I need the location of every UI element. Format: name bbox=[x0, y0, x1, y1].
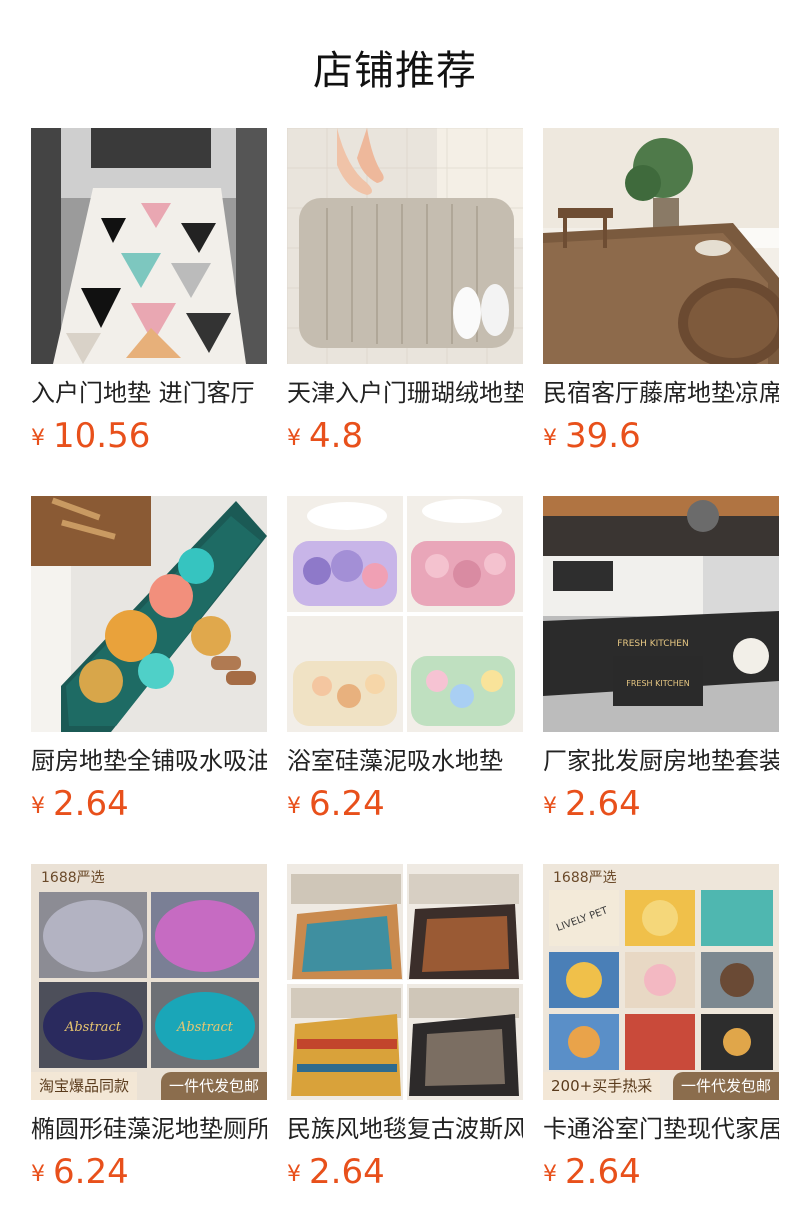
beige-bath-mat-photo bbox=[287, 128, 523, 364]
currency-symbol: ¥ bbox=[543, 426, 557, 451]
currency-symbol: ¥ bbox=[287, 426, 301, 451]
fresh-kitchen-mat-photo: FRESH KITCHEN FRESH KITCHEN bbox=[543, 496, 779, 732]
price-value: 6.24 bbox=[53, 1152, 129, 1192]
product-name[interactable]: 厂家批发厨房地垫套装 bbox=[543, 744, 779, 778]
ginkgo-kitchen-mat-photo bbox=[31, 496, 267, 732]
fresh-kitchen-text: FRESH KITCHEN bbox=[626, 679, 690, 688]
price-value: 4.8 bbox=[309, 416, 364, 456]
badge-yanxuan: 1688严选 bbox=[41, 870, 105, 886]
product-card[interactable]: FRESH KITCHEN FRESH KITCHEN 厂家批发厨房地垫套装 ¥… bbox=[543, 496, 779, 824]
product-name[interactable]: 入户门地垫 进门客厅 bbox=[31, 376, 267, 410]
currency-symbol: ¥ bbox=[31, 426, 45, 451]
currency-symbol: ¥ bbox=[287, 1162, 301, 1187]
currency-symbol: ¥ bbox=[31, 794, 45, 819]
product-price: ¥10.56 bbox=[31, 414, 150, 458]
price-value: 2.64 bbox=[309, 1152, 385, 1192]
product-name[interactable]: 卡通浴室门垫现代家居 bbox=[543, 1112, 779, 1146]
product-price: ¥39.6 bbox=[543, 414, 641, 458]
price-value: 6.24 bbox=[309, 784, 385, 824]
product-image[interactable] bbox=[31, 496, 267, 732]
product-price: ¥2.64 bbox=[543, 782, 641, 826]
product-card[interactable]: Abstract Abstract 1688严选 淘宝爆品同款 一件代发包邮 椭… bbox=[31, 864, 267, 1192]
product-name[interactable]: 天津入户门珊瑚绒地垫 bbox=[287, 376, 523, 410]
badge-free-shipping: 一件代发包邮 bbox=[672, 1072, 779, 1100]
product-price: ¥4.8 bbox=[287, 414, 363, 458]
product-name[interactable]: 民宿客厅藤席地垫凉席 bbox=[543, 376, 779, 410]
product-image[interactable]: FRESH KITCHEN FRESH KITCHEN bbox=[543, 496, 779, 732]
price-value: 2.64 bbox=[565, 784, 641, 824]
product-card[interactable]: 民族风地毯复古波斯风 ¥2.64 bbox=[287, 864, 523, 1192]
product-card[interactable]: 天津入户门珊瑚绒地垫 ¥4.8 bbox=[287, 128, 523, 456]
page-title: 店铺推荐 bbox=[313, 48, 477, 94]
product-name[interactable]: 民族风地毯复古波斯风 bbox=[287, 1112, 523, 1146]
product-card[interactable]: 浴室硅藻泥吸水地垫 ¥6.24 bbox=[287, 496, 523, 824]
abstract-text: Abstract bbox=[64, 1020, 122, 1035]
currency-symbol: ¥ bbox=[31, 1162, 45, 1187]
product-name[interactable]: 厨房地垫全铺吸水吸油 bbox=[31, 744, 267, 778]
recommendation-page: 店铺推荐 入户门地垫 进门客厅 ¥ 10.56 天津入户门珊瑚绒地垫 ¥ 4.8… bbox=[0, 0, 790, 1232]
geometric-triangle-mat-photo bbox=[31, 128, 267, 364]
product-image[interactable] bbox=[543, 128, 779, 364]
badge-free-shipping: 一件代发包邮 bbox=[160, 1072, 267, 1100]
product-card[interactable]: LIVELY PET 1688严选 200+买手热采 一件代发包邮 卡通浴室门垫… bbox=[543, 864, 779, 1192]
price-value: 10.56 bbox=[53, 416, 151, 456]
product-name[interactable]: 椭圆形硅藻泥地垫厕所 bbox=[31, 1112, 267, 1146]
price-value: 39.6 bbox=[565, 416, 641, 456]
flower-bath-mats-photo bbox=[287, 496, 523, 732]
product-image[interactable] bbox=[287, 864, 523, 1100]
rattan-rug-photo bbox=[543, 128, 779, 364]
badge-yanxuan: 1688严选 bbox=[553, 870, 617, 886]
product-price: ¥2.64 bbox=[31, 782, 129, 826]
product-name[interactable]: 浴室硅藻泥吸水地垫 bbox=[287, 744, 523, 778]
product-price: ¥2.64 bbox=[543, 1150, 641, 1194]
badge-hot: 淘宝爆品同款 bbox=[31, 1072, 138, 1100]
ethnic-rugs-photo bbox=[287, 864, 523, 1100]
product-image[interactable] bbox=[287, 128, 523, 364]
fresh-kitchen-text: FRESH KITCHEN bbox=[617, 639, 688, 649]
product-image[interactable] bbox=[287, 496, 523, 732]
product-card[interactable]: 厨房地垫全铺吸水吸油 ¥2.64 bbox=[31, 496, 267, 824]
currency-symbol: ¥ bbox=[543, 794, 557, 819]
currency-symbol: ¥ bbox=[543, 1162, 557, 1187]
oval-marble-mats-photo: Abstract Abstract bbox=[31, 864, 267, 1100]
product-price: ¥6.24 bbox=[287, 782, 385, 826]
product-image[interactable]: Abstract Abstract 1688严选 淘宝爆品同款 一件代发包邮 bbox=[31, 864, 267, 1100]
badge-hot: 200+买手热采 bbox=[543, 1072, 661, 1100]
price-value: 2.64 bbox=[565, 1152, 641, 1192]
product-image[interactable]: LIVELY PET 1688严选 200+买手热采 一件代发包邮 bbox=[543, 864, 779, 1100]
product-price: ¥2.64 bbox=[287, 1150, 385, 1194]
currency-symbol: ¥ bbox=[287, 794, 301, 819]
abstract-text: Abstract bbox=[176, 1020, 234, 1035]
cartoon-animal-mats-photo: LIVELY PET bbox=[543, 864, 779, 1100]
product-card[interactable]: 民宿客厅藤席地垫凉席 ¥39.6 bbox=[543, 128, 779, 456]
product-price: ¥6.24 bbox=[31, 1150, 129, 1194]
product-image[interactable] bbox=[31, 128, 267, 364]
product-card[interactable]: 入户门地垫 进门客厅 ¥10.56 bbox=[31, 128, 267, 456]
price-value: 2.64 bbox=[53, 784, 129, 824]
